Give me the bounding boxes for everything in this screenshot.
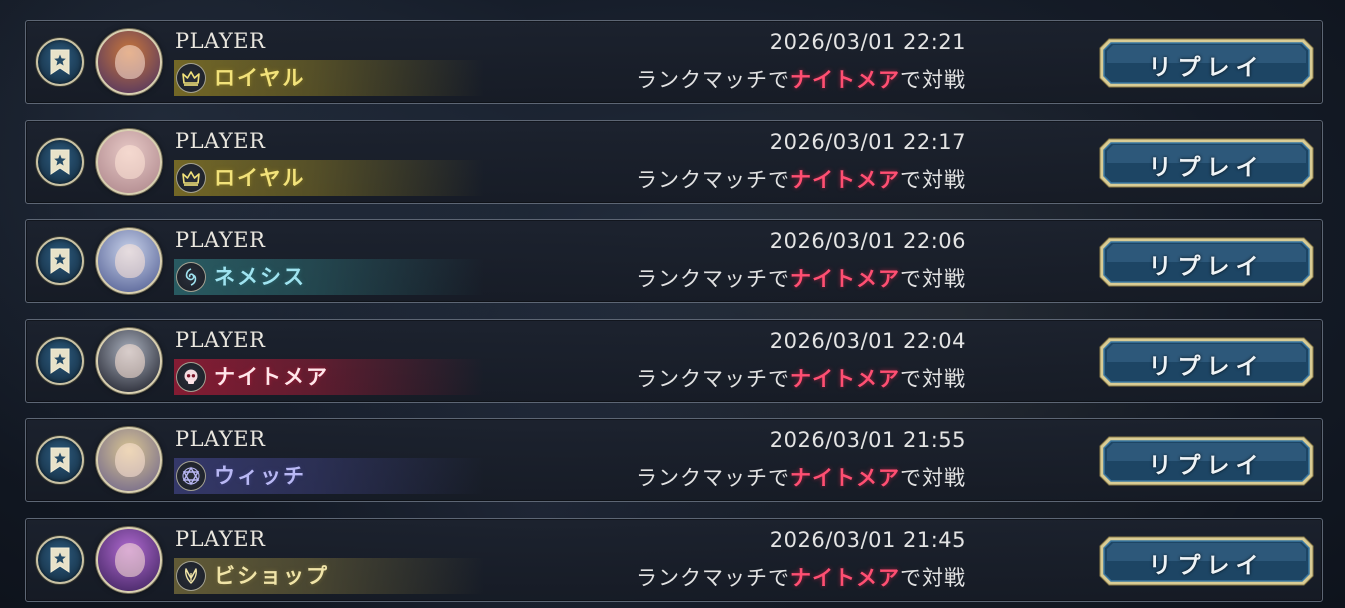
wing-icon bbox=[176, 560, 206, 591]
bookmark-star-icon bbox=[50, 547, 70, 573]
match-description: ランクマッチでナイトメアで対戦 bbox=[636, 562, 966, 592]
opponent-class-text: ナイトメア bbox=[790, 366, 900, 391]
bookmark-button[interactable] bbox=[36, 535, 84, 584]
match-description: ランクマッチでナイトメアで対戦 bbox=[636, 64, 966, 94]
class-badge: ロイヤル bbox=[174, 159, 484, 196]
bookmark-button[interactable] bbox=[36, 436, 84, 485]
player-name: PLAYER bbox=[175, 327, 266, 352]
opponent-class-text: ナイトメア bbox=[790, 68, 900, 92]
replay-button-label: リプレイ bbox=[1148, 552, 1265, 579]
match-datetime: 2026/03/01 22:21 bbox=[769, 30, 966, 54]
match-description: ランクマッチでナイトメアで対戦 bbox=[636, 363, 966, 393]
class-name: ロイヤル bbox=[214, 66, 306, 90]
bookmark-star-icon bbox=[50, 248, 70, 275]
class-name: ナイトメア bbox=[214, 364, 329, 389]
bookmark-button[interactable] bbox=[36, 336, 84, 385]
player-name: PLAYER bbox=[175, 427, 266, 452]
bookmark-star-icon bbox=[50, 49, 70, 75]
bookmark-star-icon bbox=[50, 348, 70, 374]
replay-button[interactable]: リプレイ bbox=[1099, 436, 1314, 486]
replay-button-label: リプレイ bbox=[1148, 453, 1265, 480]
replay-row: PLAYER ネメシス 2026/03/01 22:06 ランクマッチでナイトメ… bbox=[25, 219, 1323, 304]
replay-row: PLAYER ロイヤル 2026/03/01 22:17 ランクマッチでナイトメ… bbox=[25, 119, 1323, 204]
class-name: ロイヤル bbox=[214, 165, 306, 190]
replay-row: PLAYER ビショップ 2026/03/01 21:45 ランクマッチでナイト… bbox=[25, 517, 1323, 602]
nemesis-icon bbox=[176, 262, 206, 293]
replay-button-label: リプレイ bbox=[1148, 353, 1265, 380]
replay-button[interactable]: リプレイ bbox=[1099, 536, 1314, 586]
class-badge: ネメシス bbox=[174, 259, 484, 296]
player-name: PLAYER bbox=[175, 526, 266, 551]
match-datetime: 2026/03/01 22:04 bbox=[769, 328, 966, 353]
player-name: PLAYER bbox=[175, 29, 266, 53]
match-mode-text: ランクマッチで bbox=[636, 466, 790, 491]
match-description: ランクマッチでナイトメアで対戦 bbox=[636, 164, 966, 194]
class-badge: ウィッチ bbox=[174, 458, 484, 495]
bookmark-star-icon bbox=[50, 149, 70, 175]
match-suffix-text: で対戦 bbox=[900, 565, 966, 590]
crown-icon bbox=[176, 63, 206, 93]
bookmark-button[interactable] bbox=[36, 38, 84, 86]
replay-button-label: リプレイ bbox=[1148, 154, 1265, 181]
replay-button-label: リプレイ bbox=[1148, 254, 1265, 281]
match-mode-text: ランクマッチで bbox=[636, 267, 790, 292]
match-suffix-text: で対戦 bbox=[900, 167, 966, 192]
opponent-class-text: ナイトメア bbox=[790, 565, 900, 590]
avatar bbox=[96, 128, 162, 195]
bookmark-button[interactable] bbox=[36, 237, 84, 286]
replay-button-label: リプレイ bbox=[1148, 55, 1265, 81]
replay-button[interactable]: リプレイ bbox=[1099, 38, 1314, 88]
avatar bbox=[96, 526, 162, 593]
class-badge: ロイヤル bbox=[174, 60, 484, 96]
opponent-class-text: ナイトメア bbox=[790, 466, 900, 491]
opponent-class-text: ナイトメア bbox=[790, 167, 900, 192]
skull-icon bbox=[176, 361, 206, 392]
replay-button[interactable]: リプレイ bbox=[1099, 337, 1314, 387]
match-datetime: 2026/03/01 21:45 bbox=[769, 527, 966, 552]
avatar bbox=[96, 228, 162, 295]
class-name: ネメシス bbox=[214, 265, 306, 290]
bookmark-button[interactable] bbox=[36, 137, 84, 186]
replay-row: PLAYER ウィッチ 2026/03/01 21:55 ランクマッチでナイトメ… bbox=[25, 418, 1323, 503]
match-suffix-text: で対戦 bbox=[900, 466, 966, 491]
crown-icon bbox=[176, 162, 206, 193]
hexagram-icon bbox=[176, 461, 206, 492]
match-suffix-text: で対戦 bbox=[900, 68, 966, 92]
match-description: ランクマッチでナイトメアで対戦 bbox=[636, 263, 966, 293]
match-description: ランクマッチでナイトメアで対戦 bbox=[636, 462, 966, 492]
match-suffix-text: で対戦 bbox=[900, 267, 966, 292]
replay-row: PLAYER ナイトメア 2026/03/01 22:04 ランクマッチでナイト… bbox=[25, 318, 1323, 403]
bookmark-star-icon bbox=[50, 447, 70, 474]
class-badge: ビショップ bbox=[174, 557, 484, 594]
match-mode-text: ランクマッチで bbox=[636, 68, 790, 92]
player-name: PLAYER bbox=[175, 128, 266, 153]
match-datetime: 2026/03/01 22:17 bbox=[769, 129, 966, 154]
replay-list: PLAYER ロイヤル 2026/03/01 22:21 ランクマッチでナイトメ… bbox=[25, 20, 1323, 608]
match-mode-text: ランクマッチで bbox=[636, 565, 790, 590]
opponent-class-text: ナイトメア bbox=[790, 267, 900, 292]
match-datetime: 2026/03/01 22:06 bbox=[769, 229, 966, 254]
class-badge: ナイトメア bbox=[174, 358, 484, 395]
replay-row: PLAYER ロイヤル 2026/03/01 22:21 ランクマッチでナイトメ… bbox=[25, 20, 1323, 104]
replay-button[interactable]: リプレイ bbox=[1099, 237, 1314, 287]
match-mode-text: ランクマッチで bbox=[636, 366, 790, 391]
class-name: ビショップ bbox=[214, 563, 329, 588]
player-name: PLAYER bbox=[175, 228, 266, 253]
match-suffix-text: で対戦 bbox=[900, 366, 966, 391]
avatar bbox=[96, 327, 162, 394]
avatar bbox=[96, 29, 162, 95]
class-name: ウィッチ bbox=[214, 464, 306, 489]
match-datetime: 2026/03/01 21:55 bbox=[769, 428, 966, 453]
avatar bbox=[96, 427, 162, 494]
match-mode-text: ランクマッチで bbox=[636, 167, 790, 192]
replay-button[interactable]: リプレイ bbox=[1099, 138, 1314, 188]
